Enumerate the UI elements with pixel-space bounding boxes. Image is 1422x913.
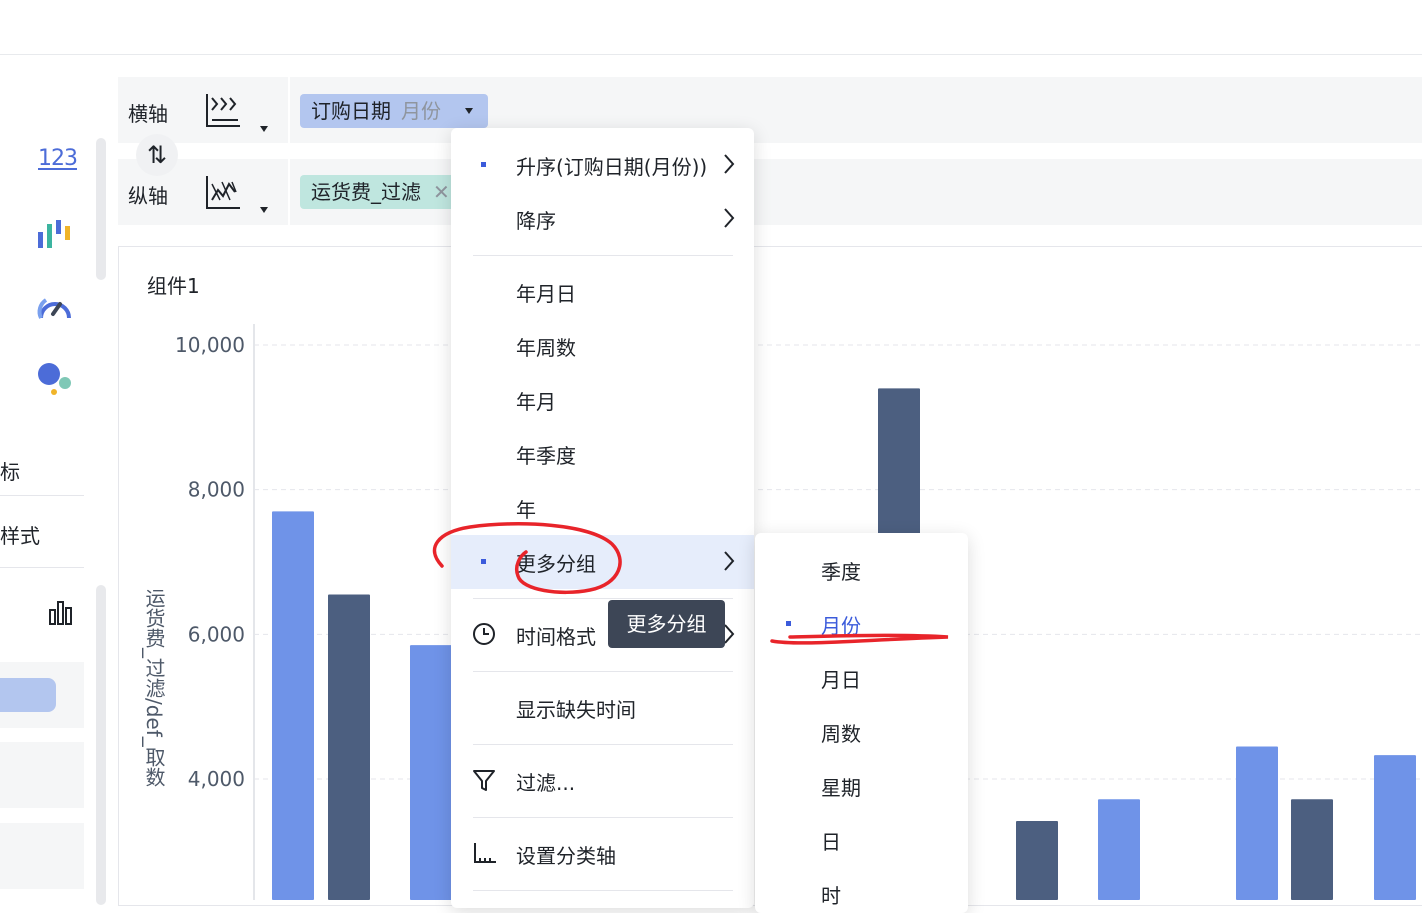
selected-dot-icon [481,162,486,167]
bar[interactable] [1098,799,1140,900]
filter-icon [473,770,495,791]
tooltip: 更多分组 [608,600,725,648]
submenu-item-month[interactable]: 月份 [755,597,968,651]
divider [473,671,733,672]
y-tick-label: 10,000 [175,333,245,357]
menu-item-descending[interactable]: 降序 [451,192,754,246]
clock-icon [473,623,495,645]
bar[interactable] [328,594,370,900]
submenu-item-label: 周数 [821,722,861,746]
y-tick-label: 4,000 [188,767,245,791]
submenu-item-day[interactable]: 日 [755,813,968,867]
menu-item-label: 年月日 [516,282,576,306]
menu-item-year-week[interactable]: 年周数 [451,319,754,373]
submenu-item-hour[interactable]: 时 [755,867,968,913]
y-tick-label: 8,000 [188,478,245,502]
menu-item-label: 过滤... [516,771,576,795]
menu-item-show-missing-time[interactable]: 显示缺失时间 [451,681,754,735]
submenu-item-label: 月日 [821,668,861,692]
submenu-item-month-day[interactable]: 月日 [755,651,968,705]
divider [473,817,733,818]
menu-item-label: 设置分类轴 [516,844,616,868]
y-tick-label: 6,000 [188,622,245,646]
submenu-item-label: 日 [821,830,841,854]
menu-item-year[interactable]: 年 [451,481,754,535]
menu-item-filter[interactable]: 过滤... [451,754,754,808]
submenu-item-quarter[interactable]: 季度 [755,543,968,597]
menu-item-more-groups[interactable]: 更多分组 [451,535,754,589]
chevron-right-icon [724,208,735,228]
field-dropdown-menu: 升序(订购日期(月份)) 降序 年月日 年周数 年月 年季度 年 更多分组 时间… [451,128,754,908]
divider [473,890,733,891]
divider [473,744,733,745]
menu-item-ascending[interactable]: 升序(订购日期(月份)) [451,138,754,192]
menu-item-label: 年月 [516,390,556,414]
chevron-right-icon [724,154,735,174]
menu-item-label: 年 [516,498,536,522]
submenu-item-label: 月份 [821,614,861,638]
submenu-item-label: 季度 [821,560,861,584]
divider [473,255,733,256]
menu-item-label: 显示缺失时间 [516,698,636,722]
submenu-item-weekday[interactable]: 星期 [755,759,968,813]
bar[interactable] [1016,820,1058,900]
menu-item-label: 时间格式 [516,625,596,649]
menu-item-label: 年周数 [516,336,576,360]
bar[interactable] [410,645,452,900]
menu-item-ymd[interactable]: 年月日 [451,265,754,319]
menu-item-year-month[interactable]: 年月 [451,373,754,427]
submenu-item-label: 星期 [821,776,861,800]
bar[interactable] [1236,746,1278,900]
bar[interactable] [1374,755,1416,900]
submenu-item-week-number[interactable]: 周数 [755,705,968,759]
menu-item-label: 年季度 [516,444,576,468]
divider [473,598,733,599]
menu-item-set-category-axis[interactable]: 设置分类轴 [451,827,754,881]
chevron-right-icon [724,551,735,571]
menu-item-label: 降序 [516,209,556,233]
bar[interactable] [272,511,314,900]
bar[interactable] [1291,799,1333,900]
menu-item-label: 升序(订购日期(月份)) [516,155,708,179]
menu-item-year-quarter[interactable]: 年季度 [451,427,754,481]
menu-item-label: 更多分组 [516,552,596,576]
submenu-item-label: 时 [821,884,841,908]
selected-dot-icon [786,621,791,626]
axis-icon [474,843,496,863]
more-groups-submenu: 季度 月份 月日 周数 星期 日 时 [755,533,968,913]
selected-dot-icon [481,559,486,564]
